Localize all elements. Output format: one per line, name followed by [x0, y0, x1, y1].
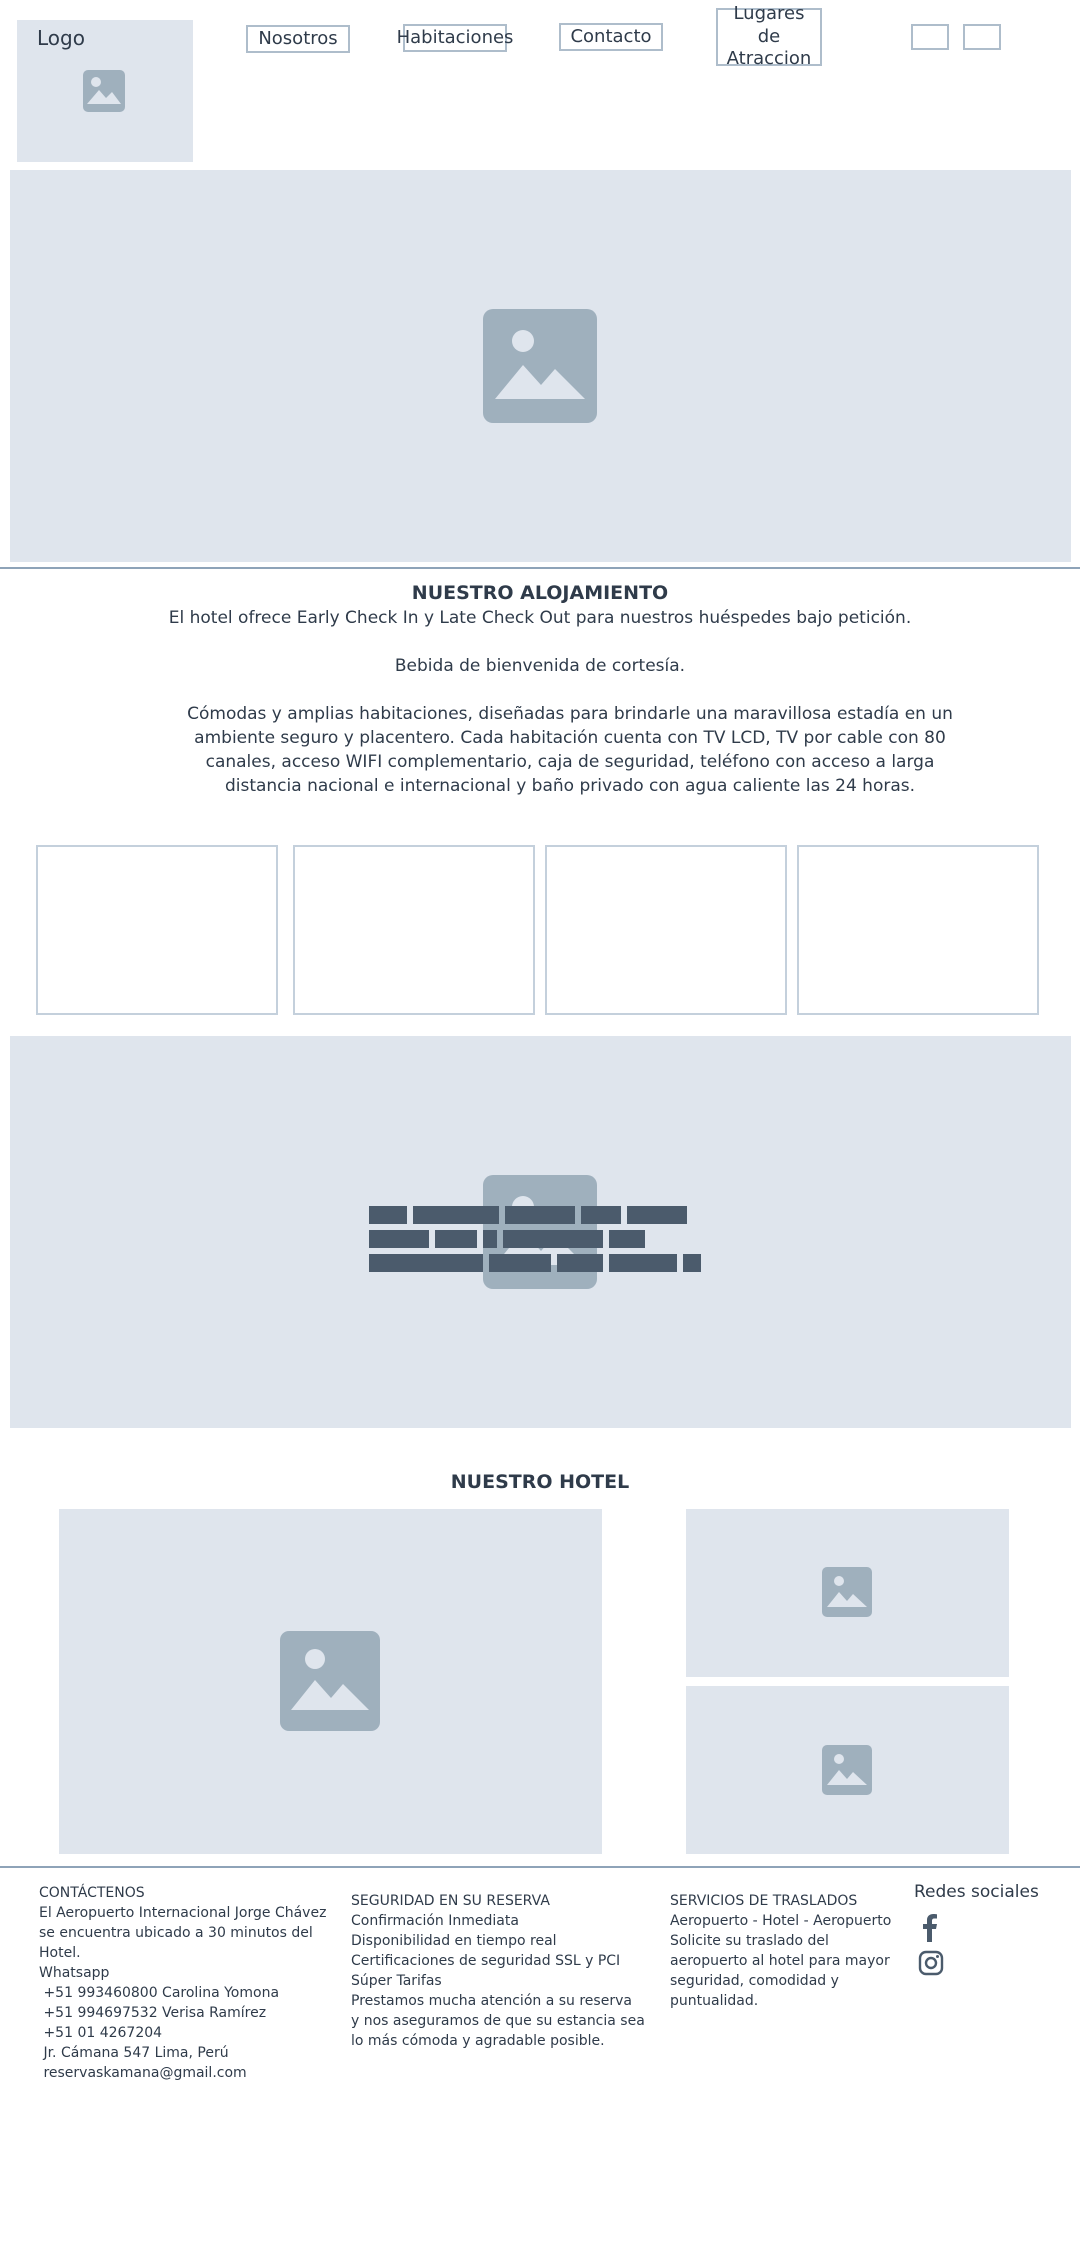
redacted-bar	[489, 1254, 551, 1272]
footer-phone[interactable]: +51 993460800 Carolina Yomona	[39, 1983, 339, 2003]
redacted-bar	[609, 1230, 645, 1248]
nav-contacto[interactable]: Contacto	[559, 23, 663, 51]
footer-line: seguridad, comodidad y	[670, 1973, 839, 1989]
footer-line: puntualidad.	[670, 1993, 759, 2009]
facebook-icon[interactable]	[922, 1914, 938, 1942]
redacted-bar	[557, 1254, 603, 1272]
footer-line: Whatsapp	[39, 1965, 110, 1981]
redacted-bar	[369, 1206, 407, 1224]
logo-placeholder[interactable]: Logo	[17, 20, 193, 162]
footer-line: Solicite su traslado del	[670, 1933, 829, 1949]
room-card[interactable]	[293, 845, 535, 1015]
room-card[interactable]	[36, 845, 278, 1015]
image-icon	[822, 1745, 872, 1795]
redacted-bar	[505, 1206, 575, 1224]
footer-line: Disponibilidad en tiempo real	[351, 1933, 557, 1949]
footer-phone[interactable]: +51 01 4267204	[39, 2023, 339, 2043]
redacted-bar	[581, 1206, 621, 1224]
hotel-title: NUESTRO HOTEL	[450, 1471, 630, 1493]
accommodation-title: NUESTRO ALOJAMIENTO	[411, 582, 669, 604]
redacted-bar	[503, 1230, 603, 1248]
accommodation-text-2: Bebida de bienvenida de cortesía.	[394, 656, 686, 676]
footer-transfers: SERVICIOS DE TRASLADOS Aeropuerto - Hote…	[670, 1891, 900, 2011]
accommodation-text-3: Cómodas y amplias habitaciones, diseñada…	[187, 704, 953, 796]
footer-transfers-heading: SERVICIOS DE TRASLADOS	[670, 1893, 858, 1909]
footer-address: Jr. Cámana 547 Lima, Perú	[39, 2045, 229, 2061]
footer-line: Súper Tarifas	[351, 1973, 442, 1989]
hotel-side-image-1	[686, 1509, 1009, 1677]
logo-label: Logo	[37, 26, 85, 50]
social-heading: Redes sociales	[914, 1882, 1039, 1902]
hotel-main-image	[59, 1509, 602, 1854]
footer-line: Certificaciones de seguridad SSL y PCI	[351, 1953, 621, 1969]
hotel-side-image-2	[686, 1686, 1009, 1854]
nav-nosotros[interactable]: Nosotros	[246, 25, 350, 53]
redacted-bar	[609, 1254, 677, 1272]
redacted-bar	[627, 1206, 687, 1224]
room-card[interactable]	[545, 845, 787, 1015]
footer-line: El Aeropuerto Internacional Jorge Chávez	[39, 1905, 327, 1921]
nav-lugares-de-atraccion[interactable]: Lugares de Atraccion	[716, 3, 822, 69]
footer-security: SEGURIDAD EN SU RESERVA Confirmación Inm…	[351, 1891, 651, 2051]
room-card[interactable]	[797, 845, 1039, 1015]
accommodation-text-1: El hotel ofrece Early Check In y Late Ch…	[168, 608, 912, 628]
footer-contact: CONTÁCTENOS El Aeropuerto Internacional …	[39, 1883, 339, 2083]
footer-security-heading: SEGURIDAD EN SU RESERVA	[351, 1893, 550, 1909]
redacted-bar	[413, 1206, 499, 1224]
image-icon	[483, 309, 597, 423]
redacted-bar	[435, 1230, 477, 1248]
footer-contact-heading: CONTÁCTENOS	[39, 1885, 145, 1901]
footer-line: y nos aseguramos de que su estancia sea	[351, 2013, 645, 2029]
footer-line: Confirmación Inmediata	[351, 1913, 519, 1929]
footer-line: aeropuerto al hotel para mayor	[670, 1953, 890, 1969]
redacted-bar	[483, 1230, 497, 1248]
hero-image	[10, 170, 1071, 562]
banner-image	[10, 1036, 1071, 1428]
divider	[0, 567, 1080, 569]
redacted-bar	[369, 1230, 429, 1248]
footer-line: lo más cómoda y agradable posible.	[351, 2033, 605, 2049]
footer-social: Redes sociales	[914, 1882, 1064, 1976]
footer-line: se encuentra ubicado a 30 minutos del	[39, 1925, 313, 1941]
nav-habitaciones[interactable]: Habitaciones	[397, 24, 513, 52]
image-icon	[280, 1631, 380, 1731]
footer-line: Aeropuerto - Hotel - Aeropuerto	[670, 1913, 892, 1929]
footer-line: Hotel.	[39, 1945, 81, 1961]
redacted-bar	[683, 1254, 701, 1272]
footer-phone[interactable]: +51 994697532 Verisa Ramírez	[39, 2003, 339, 2023]
instagram-icon[interactable]	[918, 1950, 944, 1976]
header-small-button-2[interactable]	[963, 24, 1001, 50]
footer-divider	[0, 1866, 1080, 1868]
redacted-bar	[369, 1254, 483, 1272]
header-small-button-1[interactable]	[911, 24, 949, 50]
footer-email[interactable]: reservaskamana@gmail.com	[39, 2063, 339, 2083]
image-icon	[83, 70, 125, 112]
image-icon	[822, 1567, 872, 1617]
footer-line: Prestamos mucha atención a su reserva	[351, 1993, 632, 2009]
